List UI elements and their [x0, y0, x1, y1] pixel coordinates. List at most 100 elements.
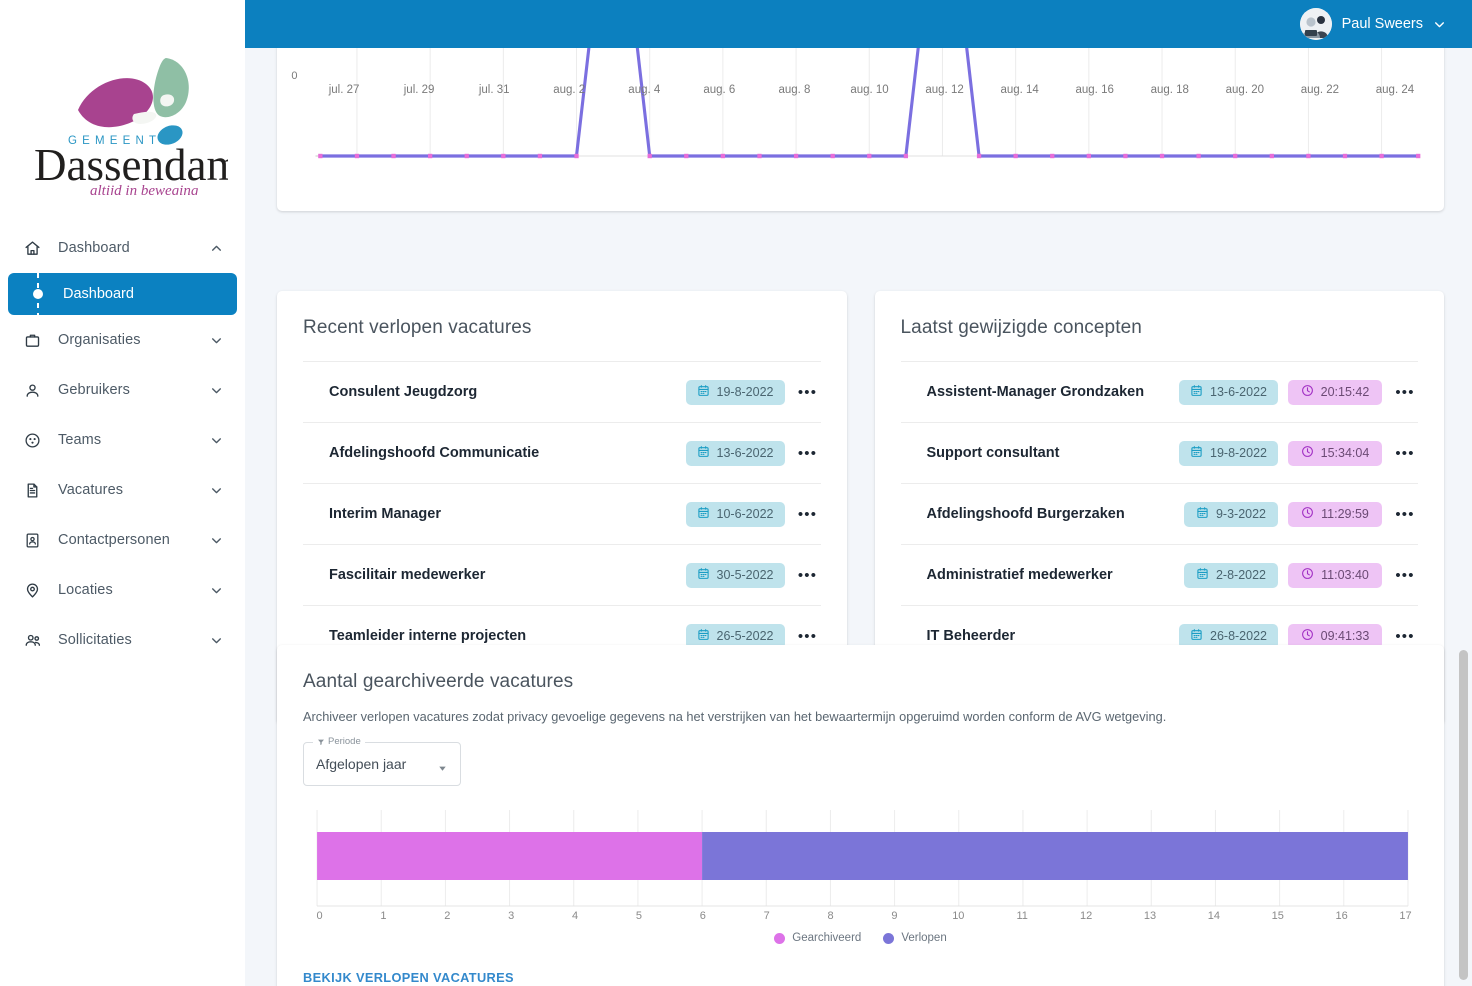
row-menu-button[interactable]: ••• [1392, 445, 1418, 462]
svg-text:aug. 20: aug. 20 [1226, 84, 1264, 96]
sidebar-item-label: Contactpersonen [58, 532, 170, 548]
svg-text:7: 7 [764, 910, 770, 922]
svg-text:jul. 31: jul. 31 [478, 84, 510, 96]
sidebar-item-vacatures[interactable]: Vacatures [0, 465, 245, 515]
clock-icon [1301, 384, 1314, 400]
period-select-legend-label: Periode [328, 736, 361, 747]
time-badge: 11:03:40 [1288, 562, 1382, 588]
period-select-value: Afgelopen jaar [316, 756, 407, 772]
calendar-icon [697, 506, 710, 522]
svg-text:aug. 10: aug. 10 [850, 84, 888, 96]
table-row[interactable]: Assistent-Manager Grondzaken 13-6-2022 20:… [900, 362, 1418, 423]
date-badge: 30-5-2022 [685, 562, 785, 588]
archived-bar-chart: 0 1 2 3 4 5 6 7 8 9 10 11 12 13 14 15 16 17 [303, 806, 1418, 924]
svg-text:altijd in beweging: altijd in beweging [90, 183, 199, 195]
table-row[interactable]: Fascilitair medewerker 30-5-2022 ••• [303, 545, 821, 606]
sidebar-item-dashboard[interactable]: Dashboard [0, 223, 245, 273]
sidebar-item-locaties[interactable]: Locaties [0, 565, 245, 615]
table-row[interactable]: Interim Manager 10-6-2022 ••• [303, 484, 821, 545]
chevron-down-icon[interactable] [209, 384, 223, 397]
briefcase-icon [24, 332, 50, 349]
sidebar-item-contactpersonen[interactable]: Contactpersonen [0, 515, 245, 565]
period-select-legend: Periode [313, 736, 365, 747]
chevron-down-icon[interactable] [1433, 18, 1446, 31]
card-title: Aantal gearchiveerde vacatures [303, 671, 574, 692]
calendar-icon [1190, 628, 1203, 644]
chevron-down-icon[interactable] [209, 634, 223, 647]
sidebar-item-gebruikers[interactable]: Gebruikers [0, 365, 245, 415]
sidebar-sub-group-dashboard: Dashboard [0, 273, 245, 315]
svg-text:10: 10 [952, 910, 964, 922]
avatar[interactable] [1299, 8, 1332, 40]
svg-text:aug. 6: aug. 6 [703, 84, 735, 96]
user-name: Paul Sweers [1341, 16, 1423, 32]
row-menu-button[interactable]: ••• [795, 567, 821, 584]
row-title: Interim Manager [329, 506, 441, 522]
table-row[interactable]: Afdelingshoofd Communicatie 13-6-2022 ••• [303, 423, 821, 484]
row-title: Afdelingshoofd Communicatie [329, 445, 540, 461]
sidebar-item-label: Organisaties [58, 332, 141, 348]
table-row[interactable]: Administratief medewerker 2-8-2022 11:03:4… [900, 545, 1418, 606]
chevron-up-icon[interactable] [209, 242, 223, 255]
row-menu-button[interactable]: ••• [1392, 567, 1418, 584]
calendar-icon [697, 384, 710, 400]
vertical-scrollbar[interactable] [1459, 650, 1468, 980]
sidebar-item-organisaties[interactable]: Organisaties [0, 315, 245, 365]
chevron-down-icon[interactable] [209, 334, 223, 347]
calendar-icon [1190, 384, 1203, 400]
row-menu-button[interactable]: ••• [1392, 506, 1418, 523]
gemeente-dassendam-logo: GEMEENTE Dassendam altijd in beweging [34, 58, 228, 195]
time-badge: 15:34:04 [1288, 440, 1382, 466]
time-badge: 20:15:42 [1288, 379, 1382, 405]
svg-text:16: 16 [1335, 910, 1347, 922]
date-value: 13-6-2022 [1210, 385, 1267, 399]
svg-text:15: 15 [1272, 910, 1284, 922]
legend-color-dot [774, 932, 786, 944]
chevron-down-icon[interactable] [209, 534, 223, 547]
date-value: 9-3-2022 [1215, 507, 1267, 521]
table-row[interactable]: Consulent Jeugdzorg 19-8-2022 ••• [303, 362, 821, 423]
svg-text:4: 4 [572, 910, 578, 922]
row-menu-button[interactable]: ••• [795, 506, 821, 523]
sidebar-subitem-dashboard[interactable]: Dashboard [8, 273, 237, 315]
svg-text:aug. 12: aug. 12 [925, 84, 963, 96]
calendar-icon [697, 628, 710, 644]
row-menu-button[interactable]: ••• [795, 445, 821, 462]
view-expired-vacancies-link[interactable]: BEKIJK VERLOPEN VACATURES [303, 970, 514, 985]
svg-text:jul. 29: jul. 29 [403, 84, 435, 96]
row-menu-button[interactable]: ••• [1392, 384, 1418, 401]
date-value: 19-8-2022 [716, 385, 774, 399]
date-value: 13-6-2022 [716, 446, 774, 460]
table-row[interactable]: Afdelingshoofd Burgerzaken 9-3-2022 11:29:… [900, 484, 1418, 545]
chevron-down-icon[interactable] [437, 761, 448, 779]
sidebar-item-label: Gebruikers [58, 382, 130, 398]
chevron-down-icon[interactable] [209, 584, 223, 597]
svg-text:8: 8 [827, 910, 833, 922]
svg-text:aug. 8: aug. 8 [778, 84, 810, 96]
row-menu-button[interactable]: ••• [795, 384, 821, 401]
row-menu-button[interactable]: ••• [1392, 628, 1418, 645]
time-value: 11:03:40 [1321, 568, 1369, 582]
row-title: Consulent Jeugdzorg [329, 384, 478, 400]
sidebar-item-label: Sollicitaties [58, 632, 132, 648]
sidebar-item-sollicitaties[interactable]: Sollicitaties [0, 615, 245, 665]
calendar-icon [1190, 445, 1203, 461]
date-value: 10-6-2022 [716, 507, 774, 521]
chevron-down-icon[interactable] [209, 434, 223, 447]
svg-text:3: 3 [508, 910, 514, 922]
legend-item[interactable]: Verlopen [883, 932, 947, 944]
sidebar-item-teams[interactable]: Teams [0, 415, 245, 465]
users-icon [24, 631, 50, 649]
date-value: 19-8-2022 [1210, 446, 1267, 460]
svg-text:aug. 2: aug. 2 [553, 84, 585, 96]
row-menu-button[interactable]: ••• [795, 628, 821, 645]
chevron-down-icon[interactable] [209, 484, 223, 497]
svg-text:11: 11 [1016, 910, 1027, 922]
row-title: Assistent-Manager Grondzaken [926, 384, 1145, 400]
legend-item[interactable]: Gearchiveerd [774, 932, 861, 944]
svg-text:2: 2 [444, 910, 450, 922]
calendar-icon [1196, 567, 1209, 583]
period-select[interactable]: Periode Afgelopen jaar [303, 736, 461, 786]
table-row[interactable]: Support consultant 19-8-2022 15:34:04 ••• [900, 423, 1418, 484]
clock-icon [1301, 506, 1314, 522]
